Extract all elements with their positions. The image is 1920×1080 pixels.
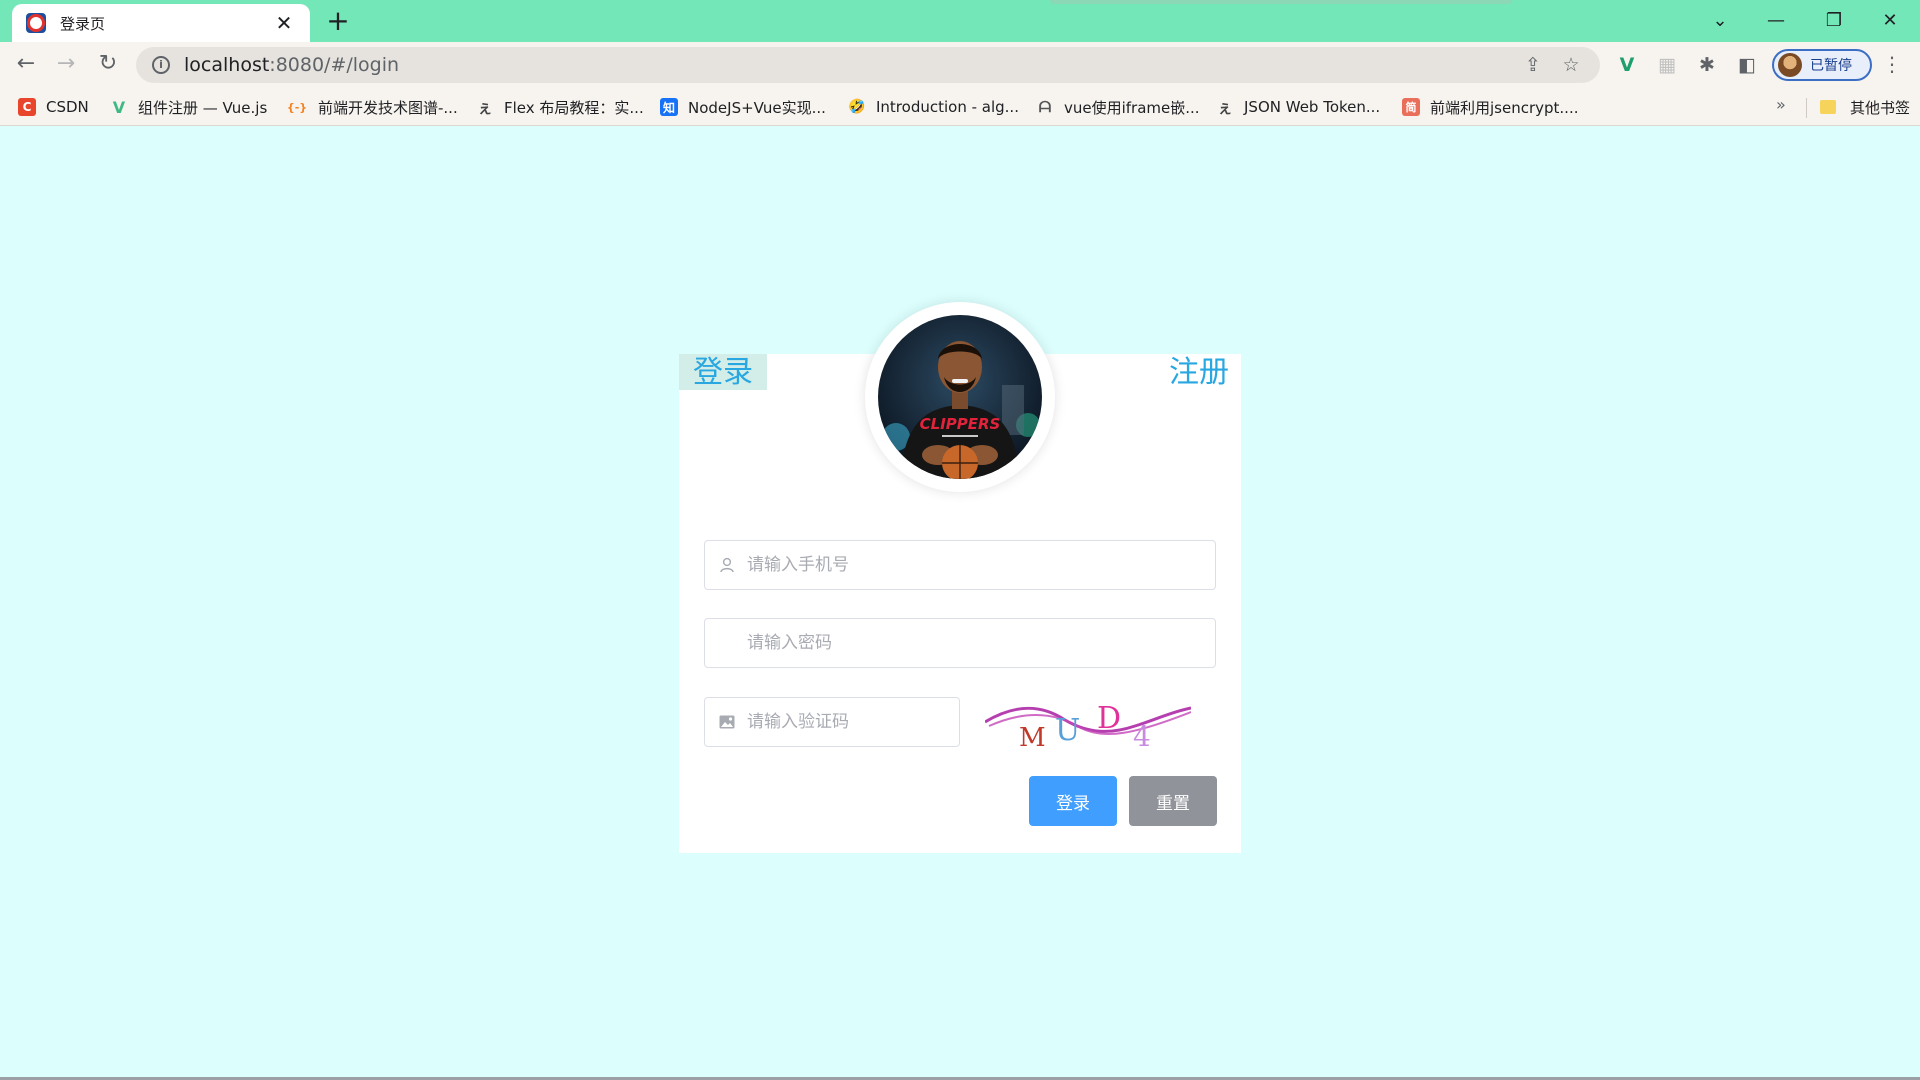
reload-icon[interactable]: ↻ — [92, 50, 124, 80]
folder-icon — [1820, 100, 1836, 114]
captcha-char: D — [1097, 701, 1121, 736]
avatar-photo: CLIPPERS — [878, 315, 1042, 479]
bookmark-item[interactable]: C CSDN — [18, 95, 89, 119]
captcha-field[interactable] — [704, 697, 966, 747]
browser-toolbar: ← → ↻ i localhost:8080/#/login ⇪ ☆ V ▦ ✱… — [0, 42, 1920, 88]
back-arrow-icon[interactable]: ← — [10, 50, 42, 80]
profile-status-label: 已暂停 — [1810, 58, 1852, 74]
bookmark-item[interactable]: ぇ Flex 布局教程：实... — [476, 95, 644, 119]
password-field[interactable] — [704, 618, 1216, 668]
tab-close-icon[interactable]: ✕ — [272, 11, 296, 35]
captcha-input[interactable] — [747, 712, 966, 732]
user-icon — [719, 557, 735, 573]
bookmark-label: 组件注册 — Vue.js — [138, 98, 268, 117]
captcha-char: 4 — [1133, 720, 1151, 748]
login-button[interactable]: 登录 — [1029, 776, 1117, 826]
profile-button[interactable]: 已暂停 — [1772, 49, 1872, 81]
image-icon — [719, 714, 735, 730]
lock-icon — [719, 635, 735, 651]
jianshu-icon: 简 — [1402, 98, 1420, 116]
forward-arrow-icon[interactable]: → — [50, 50, 82, 80]
segment-icon: ᗩ — [1038, 98, 1052, 116]
close-window-button[interactable]: ✕ — [1870, 6, 1910, 34]
bookmark-item[interactable]: 🤣 Introduction - alg... — [848, 95, 1019, 119]
extension-icon[interactable]: ▦ — [1654, 52, 1680, 78]
url-path: :8080/#/login — [269, 54, 400, 76]
more-bookmarks-icon[interactable]: » — [1776, 95, 1786, 114]
captcha-char: U — [1055, 713, 1080, 748]
bookmark-item[interactable]: {-} 前端开发技术图谱-... — [286, 95, 458, 119]
minimize-button[interactable]: — — [1756, 6, 1796, 34]
tab-search-icon[interactable]: ⌄ — [1700, 6, 1740, 34]
site-favicon-icon — [26, 13, 46, 33]
bookmark-item[interactable]: ᗩ vue使用iframe嵌... — [1036, 95, 1200, 119]
csdn-icon: C — [18, 98, 36, 116]
bookmark-item[interactable]: 知 NodeJS+Vue实现... — [660, 95, 826, 119]
zhihu-icon: 知 — [660, 98, 678, 116]
tab-strip: 登录页 ✕ + ⌄ — ❐ ✕ — [0, 0, 1920, 42]
bookmark-label: JSON Web Token... — [1244, 98, 1381, 116]
tab-login-page[interactable]: 登录页 ✕ — [12, 4, 310, 42]
vue-icon: V — [112, 97, 126, 117]
site-info-icon[interactable]: i — [152, 56, 170, 74]
tab-login[interactable]: 登录 — [679, 354, 767, 390]
bookmark-label: vue使用iframe嵌... — [1064, 98, 1200, 117]
phone-field[interactable] — [704, 540, 1216, 590]
emoji-icon: 🤣 — [848, 99, 866, 115]
profile-avatar — [1778, 53, 1802, 77]
tab-register[interactable]: 注册 — [1169, 354, 1229, 390]
ruanyf-icon: ぇ — [1217, 98, 1233, 117]
share-icon[interactable]: ⇪ — [1520, 52, 1546, 78]
bookmarks-bar: C CSDN V 组件注册 — Vue.js {-} 前端开发技术图谱-... … — [0, 88, 1920, 126]
tab-strip-highlight — [1050, 0, 1512, 4]
browser-menu-icon[interactable]: ⋮ — [1880, 52, 1904, 78]
bookmark-label: Introduction - alg... — [876, 98, 1019, 116]
new-tab-button[interactable]: + — [322, 6, 354, 38]
bookmark-label: Flex 布局教程：实... — [504, 98, 644, 117]
captcha-char: M — [1019, 723, 1046, 748]
password-input[interactable] — [747, 633, 1201, 653]
side-panel-icon[interactable]: ◧ — [1734, 52, 1760, 78]
ruanyf-icon: ぇ — [477, 98, 493, 117]
avatar: CLIPPERS — [865, 302, 1055, 492]
url-text[interactable]: localhost:8080/#/login — [184, 54, 1508, 76]
url-host: localhost — [184, 54, 270, 76]
reset-button[interactable]: 重置 — [1129, 776, 1217, 826]
puzzle-extensions-icon[interactable]: ✱ — [1694, 52, 1720, 78]
bookmarks-divider — [1806, 98, 1807, 118]
bookmark-label: NodeJS+Vue实现... — [688, 98, 826, 117]
bookmark-item[interactable]: V 组件注册 — Vue.js — [110, 95, 267, 119]
phone-input[interactable] — [747, 555, 1201, 575]
bookmark-label: 前端利用jsencrypt.... — [1430, 98, 1579, 117]
bookmark-label: CSDN — [46, 98, 89, 116]
other-bookmarks-folder[interactable]: 其他书签 — [1820, 95, 1910, 119]
bookmark-star-icon[interactable]: ☆ — [1558, 52, 1584, 78]
address-bar[interactable]: i localhost:8080/#/login ⇪ ☆ — [136, 47, 1600, 83]
captcha-image[interactable]: M U D 4 — [984, 700, 1192, 753]
bookmark-label: 其他书签 — [1850, 98, 1911, 117]
bookmark-item[interactable]: 简 前端利用jsencrypt.... — [1402, 95, 1578, 119]
svg-text:CLIPPERS: CLIPPERS — [920, 415, 1001, 433]
tab-title: 登录页 — [60, 14, 106, 33]
restore-button[interactable]: ❐ — [1814, 6, 1854, 34]
code-icon: {-} — [286, 100, 308, 114]
vue-devtools-icon[interactable]: V — [1614, 52, 1640, 78]
bookmark-label: 前端开发技术图谱-... — [318, 98, 458, 117]
bookmark-item[interactable]: ぇ JSON Web Token... — [1216, 95, 1380, 119]
